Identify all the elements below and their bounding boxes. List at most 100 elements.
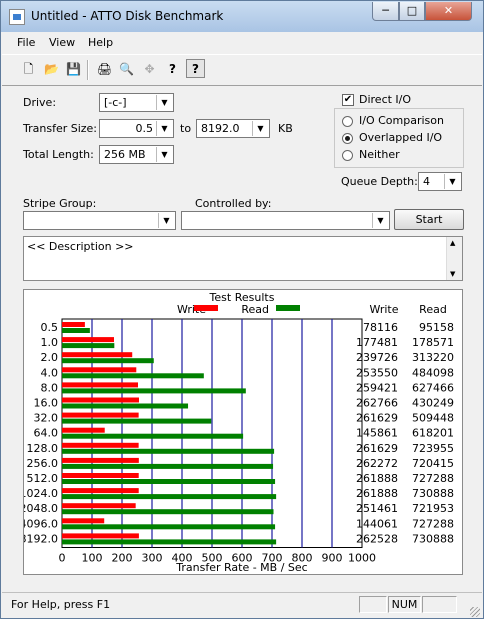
status-bar: For Help, press F1 NUM — [2, 592, 482, 619]
minimize-button[interactable]: ─ — [372, 2, 399, 21]
y-tick-label: 1.0 — [41, 336, 59, 349]
direct-io-checkbox[interactable]: ✔ — [342, 94, 354, 106]
read-value: 720415 — [412, 457, 454, 470]
drive-select[interactable]: [-c-] ▼ — [99, 93, 174, 112]
print-icon[interactable]: 🖨 — [95, 59, 114, 78]
read-value: 484098 — [412, 366, 454, 379]
neither-radio[interactable] — [342, 150, 353, 161]
new-document-icon[interactable]: 🗋 — [19, 59, 38, 78]
write-bar — [62, 397, 139, 403]
x-tick-label: 100 — [82, 552, 103, 565]
x-tick-label: 900 — [322, 552, 343, 565]
legend-read-swatch — [276, 305, 300, 311]
status-panel-num: NUM — [388, 596, 421, 613]
io-comparison-radio[interactable] — [342, 116, 353, 127]
chevron-down-icon: ▼ — [252, 121, 268, 136]
y-tick-label: 2.0 — [41, 351, 59, 364]
transfer-from-value: 0.5 — [135, 122, 154, 135]
read-value: 727288 — [412, 517, 454, 530]
write-bar — [62, 412, 139, 418]
close-button[interactable]: ✕ — [425, 2, 472, 21]
plot-area: 0 100 200 300 400 500 600 700 800 900 1000 0.5 78116… — [24, 318, 454, 565]
write-bar — [62, 382, 139, 388]
transfer-to-label: to — [180, 122, 192, 135]
menu-view[interactable]: View — [49, 36, 75, 49]
resize-grip[interactable] — [470, 607, 480, 617]
stripe-group-select[interactable]: ▼ — [23, 211, 176, 230]
transfer-to-value: 8192.0 — [201, 122, 240, 135]
status-panel-scrl — [422, 596, 457, 613]
transfer-unit-label: KB — [278, 122, 293, 135]
y-tick-label: 2048.0 — [24, 502, 58, 515]
description-box[interactable]: << Description >> ▲ ▼ — [23, 236, 463, 281]
read-value: 727288 — [412, 472, 454, 485]
io-comparison-label: I/O Comparison — [359, 114, 444, 127]
scroll-up-icon[interactable]: ▲ — [450, 239, 455, 247]
test-results-panel: Test Results Write Read Write Read Trans… — [23, 289, 463, 575]
move-icon[interactable]: ✥ — [140, 59, 159, 78]
write-value: 261888 — [356, 472, 398, 485]
read-bar — [62, 343, 115, 349]
write-bar — [62, 337, 114, 343]
write-value: 261629 — [356, 412, 398, 425]
transfer-size-from-select[interactable]: 0.5 ▼ — [99, 119, 174, 138]
transfer-size-label: Transfer Size: — [23, 122, 98, 135]
app-window: Untitled - ATTO Disk Benchmark ─ □ ✕ Fil… — [0, 0, 484, 619]
print-preview-icon[interactable]: 🔍 — [117, 59, 136, 78]
read-column-header: Read — [419, 303, 447, 316]
write-bar — [62, 488, 139, 494]
overlapped-io-radio[interactable] — [342, 133, 353, 144]
save-icon[interactable]: 💾 — [64, 59, 83, 78]
read-value: 721953 — [412, 502, 454, 515]
help-icon[interactable]: ? — [163, 59, 182, 78]
y-tick-label: 256.0 — [27, 457, 59, 470]
y-tick-label: 4.0 — [41, 366, 59, 379]
overlapped-io-label: Overlapped I/O — [359, 131, 443, 144]
total-length-value: 256 MB — [104, 148, 146, 161]
y-tick-label: 4096.0 — [24, 517, 58, 530]
write-value: 259421 — [356, 381, 398, 394]
write-value: 261629 — [356, 442, 398, 455]
start-button[interactable]: Start — [394, 209, 464, 230]
write-bar — [62, 533, 139, 539]
total-length-select[interactable]: 256 MB ▼ — [99, 145, 174, 164]
x-tick-label: 600 — [232, 552, 253, 565]
write-bar — [62, 442, 139, 448]
read-value: 730888 — [412, 532, 454, 545]
menu-help[interactable]: Help — [88, 36, 113, 49]
controlled-by-select[interactable]: ▼ — [181, 211, 390, 230]
read-value: 178571 — [412, 336, 454, 349]
chevron-down-icon: ▼ — [158, 213, 174, 228]
description-scrollbar[interactable]: ▲ ▼ — [446, 237, 462, 280]
write-bar — [62, 518, 105, 524]
maximize-button[interactable]: □ — [399, 2, 425, 21]
write-bar — [62, 367, 137, 373]
y-tick-label: 8.0 — [41, 381, 59, 394]
chevron-down-icon: ▼ — [156, 95, 172, 110]
y-tick-label: 128.0 — [27, 442, 59, 455]
total-length-label: Total Length: — [23, 148, 94, 161]
menu-bar: File View Help — [2, 33, 482, 52]
open-folder-icon[interactable]: 📂 — [42, 59, 61, 78]
read-value: 509448 — [412, 412, 454, 425]
read-value: 730888 — [412, 487, 454, 500]
x-tick-label: 0 — [59, 552, 66, 565]
context-help-icon[interactable]: ? — [186, 59, 205, 78]
write-value: 262272 — [356, 457, 398, 470]
legend-write-swatch — [194, 305, 218, 311]
read-value: 618201 — [412, 427, 454, 440]
y-tick-label: 16.0 — [34, 397, 59, 410]
x-tick-label: 400 — [172, 552, 193, 565]
drive-label: Drive: — [23, 96, 57, 109]
toolbar-separator — [87, 60, 89, 80]
menu-file[interactable]: File — [17, 36, 35, 49]
window-title: Untitled - ATTO Disk Benchmark — [31, 9, 224, 23]
read-bar — [62, 509, 274, 515]
scroll-down-icon[interactable]: ▼ — [450, 270, 455, 278]
read-bar — [62, 418, 212, 424]
legend-read-label: Read — [241, 303, 269, 316]
chevron-down-icon: ▼ — [156, 147, 172, 162]
transfer-size-to-select[interactable]: 8192.0 ▼ — [196, 119, 270, 138]
write-bar — [62, 427, 105, 433]
queue-depth-select[interactable]: 4 ▼ — [418, 172, 462, 191]
